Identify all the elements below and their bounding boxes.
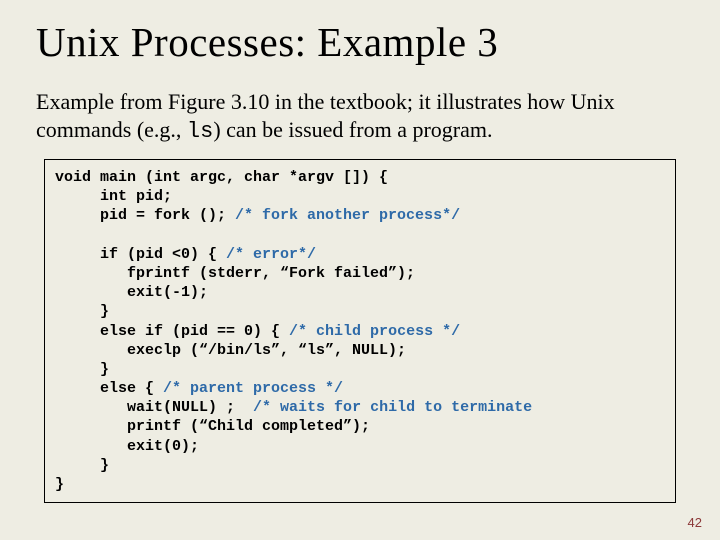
code-line: printf (“Child completed”); — [55, 418, 370, 435]
code-line: void main (int argc, char *argv []) { — [55, 169, 388, 186]
code-line: else { — [55, 380, 163, 397]
code-comment: /* waits for child to terminate — [253, 399, 532, 416]
code-comment: /* fork another process*/ — [235, 207, 460, 224]
code-line: execlp (“/bin/ls”, “ls”, NULL); — [55, 342, 406, 359]
slide-title: Unix Processes: Example 3 — [36, 18, 684, 66]
page-number: 42 — [688, 515, 702, 530]
code-line: else if (pid == 0) { — [55, 323, 289, 340]
code-line: fprintf (stderr, “Fork failed”); — [55, 265, 415, 282]
code-line: } — [55, 303, 109, 320]
code-line: } — [55, 361, 109, 378]
code-line: exit(0); — [55, 438, 199, 455]
code-line: exit(-1); — [55, 284, 208, 301]
code-line: int pid; — [55, 188, 172, 205]
code-comment: /* error*/ — [226, 246, 316, 263]
code-line: } — [55, 476, 64, 493]
code-comment: /* parent process */ — [163, 380, 343, 397]
code-line: } — [55, 457, 109, 474]
slide: Unix Processes: Example 3 Example from F… — [0, 0, 720, 540]
code-line: wait(NULL) ; — [55, 399, 253, 416]
slide-description: Example from Figure 3.10 in the textbook… — [36, 88, 684, 145]
desc-monospace-command: ls — [187, 119, 213, 144]
desc-text-after: ) can be issued from a program. — [213, 117, 492, 142]
code-line: if (pid <0) { — [55, 246, 226, 263]
code-block: void main (int argc, char *argv []) { in… — [44, 159, 676, 503]
code-comment: /* child process */ — [289, 323, 460, 340]
code-line: pid = fork (); — [55, 207, 235, 224]
